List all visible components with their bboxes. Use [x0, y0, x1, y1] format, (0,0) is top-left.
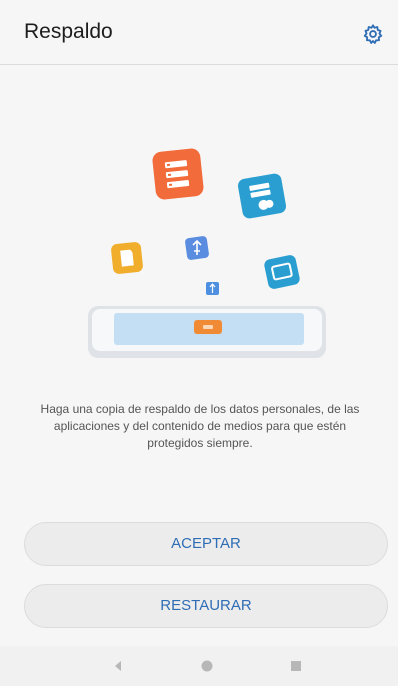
gear-icon[interactable]: [362, 23, 384, 45]
usb-small-icon: [206, 282, 219, 295]
backup-description: Haga una copia de respaldo de los datos …: [40, 402, 360, 450]
sd-card-icon: [111, 242, 143, 274]
home-circle-icon[interactable]: [199, 658, 215, 674]
document-list-icon: [152, 148, 204, 200]
restore-button[interactable]: RESTAURAR: [24, 584, 388, 628]
cloud-storage-icon: [237, 173, 287, 219]
back-triangle-icon[interactable]: [110, 658, 126, 674]
phone-illustration: [88, 306, 326, 358]
media-screen-icon: [264, 255, 300, 289]
recents-square-icon[interactable]: [288, 658, 304, 674]
usb-icon: [185, 236, 209, 260]
app-header: Respaldo: [0, 0, 398, 65]
page-title: Respaldo: [24, 20, 113, 43]
navigation-bar: [0, 646, 398, 686]
backup-illustration: [88, 148, 326, 358]
accept-button[interactable]: ACEPTAR: [24, 522, 388, 566]
